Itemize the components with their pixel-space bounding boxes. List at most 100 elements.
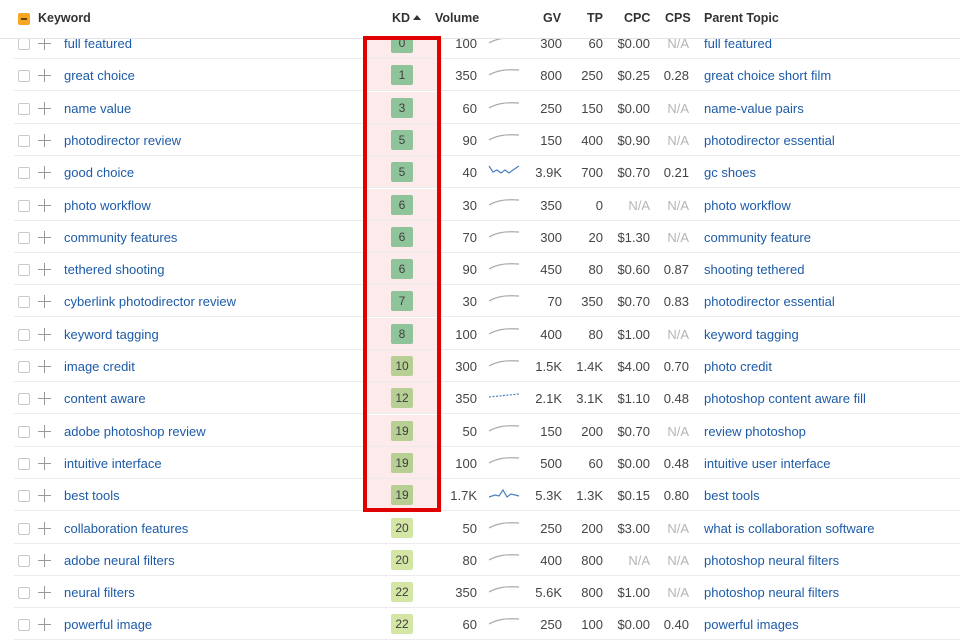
row-checkbox[interactable] [18,199,30,212]
add-to-list-plus-icon[interactable] [38,618,51,632]
add-to-list-plus-icon[interactable] [38,263,51,277]
column-header-gv[interactable]: GV [543,11,561,25]
add-to-list-plus-icon[interactable] [38,521,51,535]
trend-sparkline-icon [488,424,520,432]
add-to-list-plus-icon[interactable] [38,392,51,406]
column-header-parent-topic[interactable]: Parent Topic [704,11,779,25]
column-header-cps[interactable]: CPS [665,11,691,25]
row-checkbox[interactable] [18,38,30,50]
global-volume-value: 1.5K [535,359,562,374]
add-to-list-plus-icon[interactable] [38,489,51,503]
row-checkbox[interactable] [18,522,30,535]
parent-topic-link[interactable]: keyword tagging [704,327,799,342]
parent-topic-link[interactable]: photoshop neural filters [704,585,839,600]
keyword-link[interactable]: good choice [64,165,134,180]
keyword-link[interactable]: collaboration features [64,521,188,536]
keyword-link[interactable]: community features [64,230,177,245]
row-checkbox[interactable] [18,457,30,470]
global-volume-value: 400 [540,552,562,568]
parent-topic-link[interactable]: intuitive user interface [704,456,830,471]
row-checkbox[interactable] [18,554,30,567]
add-to-list-plus-icon[interactable] [38,456,51,470]
parent-topic-link[interactable]: photoshop content aware fill [704,391,866,406]
column-header-keyword[interactable]: Keyword [38,11,91,25]
keyword-link[interactable]: content aware [64,391,146,406]
row-checkbox[interactable] [18,619,30,632]
add-to-list-plus-icon[interactable] [38,166,51,180]
add-to-list-plus-icon[interactable] [38,424,51,438]
row-checkbox[interactable] [18,264,30,277]
add-to-list-plus-icon[interactable] [38,69,51,83]
keyword-link[interactable]: adobe neural filters [64,553,175,568]
add-to-list-plus-icon[interactable] [38,133,51,147]
add-to-list-plus-icon[interactable] [38,586,51,600]
row-checkbox[interactable] [18,328,30,341]
column-header-kd[interactable]: KD [392,11,422,25]
row-checkbox[interactable] [18,425,30,438]
keyword-link[interactable]: best tools [64,488,120,503]
parent-topic-link[interactable]: photoshop neural filters [704,553,839,568]
cps-value: 0.80 [663,488,689,504]
keyword-link[interactable]: neural filters [64,585,135,600]
cpc-value: $0.25 [617,68,650,84]
global-volume-value: 300 [540,229,562,245]
keyword-link[interactable]: intuitive interface [64,456,162,471]
row-checkbox[interactable] [18,70,30,83]
parent-topic-link[interactable]: best tools [704,488,760,503]
add-to-list-plus-icon[interactable] [38,360,51,373]
parent-topic-link[interactable]: gc shoes [704,165,756,180]
cpc-value: $0.00 [617,100,650,116]
volume-value: 40 [462,165,477,181]
row-checkbox[interactable] [18,296,30,309]
keyword-link[interactable]: tethered shooting [64,262,164,277]
global-volume-value: 5.6K [535,585,562,601]
parent-topic-link[interactable]: community feature [704,230,811,245]
parent-topic-link[interactable]: powerful images [704,617,799,632]
parent-topic-link[interactable]: great choice short film [704,68,831,83]
keyword-link[interactable]: photo workflow [64,198,151,213]
add-to-list-plus-icon[interactable] [38,198,51,212]
row-checkbox[interactable] [18,587,30,600]
keyword-link[interactable]: cyberlink photodirector review [64,294,236,309]
column-header-tp[interactable]: TP [587,11,603,25]
add-to-list-plus-icon[interactable] [38,101,51,115]
cpc-value: N/A [628,552,650,568]
parent-topic-link[interactable]: shooting tethered [704,262,804,277]
row-checkbox[interactable] [18,167,30,180]
parent-topic-link[interactable]: name-value pairs [704,101,804,116]
parent-topic-link[interactable]: photodirector essential [704,294,835,309]
parent-topic-link[interactable]: photodirector essential [704,133,835,148]
cpc-value: $1.00 [617,326,650,342]
table-row: adobe neural filters 20 80 400 800 N/A N/A phot… [0,544,960,576]
trend-sparkline-icon [488,618,520,625]
keyword-link[interactable]: keyword tagging [64,327,159,342]
row-checkbox[interactable] [18,393,30,406]
parent-topic-link[interactable]: what is collaboration software [704,521,875,536]
row-checkbox[interactable] [18,361,30,373]
keyword-link[interactable]: adobe photoshop review [64,424,206,439]
add-to-list-plus-icon[interactable] [38,295,51,309]
column-header-volume[interactable]: Volume [435,11,479,25]
collapse-all-checkbox[interactable] [18,13,30,25]
kd-badge: 6 [391,194,413,215]
keyword-link[interactable]: great choice [64,68,135,83]
column-header-cpc[interactable]: CPC [624,11,650,25]
add-to-list-plus-icon[interactable] [38,230,51,244]
row-checkbox[interactable] [18,134,30,147]
volume-value: 100 [455,326,477,342]
parent-topic-link[interactable]: review photoshop [704,424,806,439]
add-to-list-plus-icon[interactable] [38,327,51,341]
keyword-link[interactable]: powerful image [64,617,152,632]
keyword-link[interactable]: photodirector review [64,133,181,148]
row-checkbox[interactable] [18,231,30,244]
row-checkbox[interactable] [18,102,30,115]
row-checkbox[interactable] [18,490,30,503]
traffic-potential-value: 700 [581,165,603,181]
add-to-list-plus-icon[interactable] [38,553,51,567]
keyword-link[interactable]: name value [64,101,131,116]
parent-topic-link[interactable]: photo credit [704,359,772,374]
global-volume-value: 70 [547,294,562,310]
parent-topic-link[interactable]: photo workflow [704,198,791,213]
keyword-link[interactable]: image credit [64,359,135,374]
global-volume-value: 400 [540,326,562,342]
